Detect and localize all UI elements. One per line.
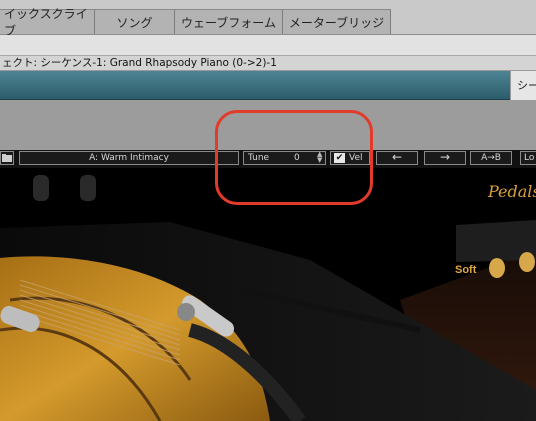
plugin-window-title: ェクト: シーケンス-1: Grand Rhapsody Piano (0->2… [0, 55, 536, 71]
tab-0[interactable]: イックスクライブ [0, 7, 94, 38]
tab-bar-empty [390, 9, 536, 34]
pedals-title: Pedals [488, 182, 536, 201]
tab-meter-bridge[interactable]: メーターブリッジ [282, 9, 390, 34]
lo-button[interactable]: Lo [520, 151, 536, 165]
sustain-pedal[interactable] [519, 252, 535, 272]
soft-pedal[interactable] [489, 258, 505, 278]
ab-label: A→B [481, 153, 501, 163]
tab-waveform[interactable]: ウェーブフォーム [174, 9, 282, 34]
side-button[interactable]: シー [510, 71, 536, 101]
separator-band [0, 35, 536, 55]
tab-song[interactable]: ソング [94, 9, 174, 34]
highlight-annotation [215, 110, 373, 205]
preset-selector[interactable]: A: Warm Intimacy [19, 151, 239, 165]
side-button-label: シー [517, 79, 536, 92]
folder-icon [2, 154, 12, 162]
tab-bar: イックスクライブ ソング ウェーブフォーム メーターブリッジ [0, 0, 536, 38]
right-arrow-icon: → [439, 151, 451, 164]
left-arrow-icon: ← [391, 151, 403, 164]
preset-label: A: Warm Intimacy [89, 153, 169, 163]
tab-label: ソング [116, 15, 153, 30]
plugin-header-bar [0, 71, 510, 100]
soft-pedal-label: Soft [455, 264, 477, 276]
piano-scene [0, 168, 536, 421]
folder-button[interactable] [0, 151, 14, 165]
microphone [80, 175, 96, 201]
window-title-text: ェクト: シーケンス-1: Grand Rhapsody Piano (0->2… [2, 57, 277, 69]
microphone [33, 175, 49, 201]
a-to-b-button[interactable]: A→B [470, 151, 512, 165]
lo-label: Lo [524, 153, 535, 163]
tab-label: ウェーブフォーム [181, 15, 276, 30]
tab-label: イックスクライブ [4, 7, 88, 38]
tab-label: メーターブリッジ [288, 15, 385, 30]
previous-button[interactable]: ← [376, 151, 418, 165]
next-button[interactable]: → [424, 151, 466, 165]
